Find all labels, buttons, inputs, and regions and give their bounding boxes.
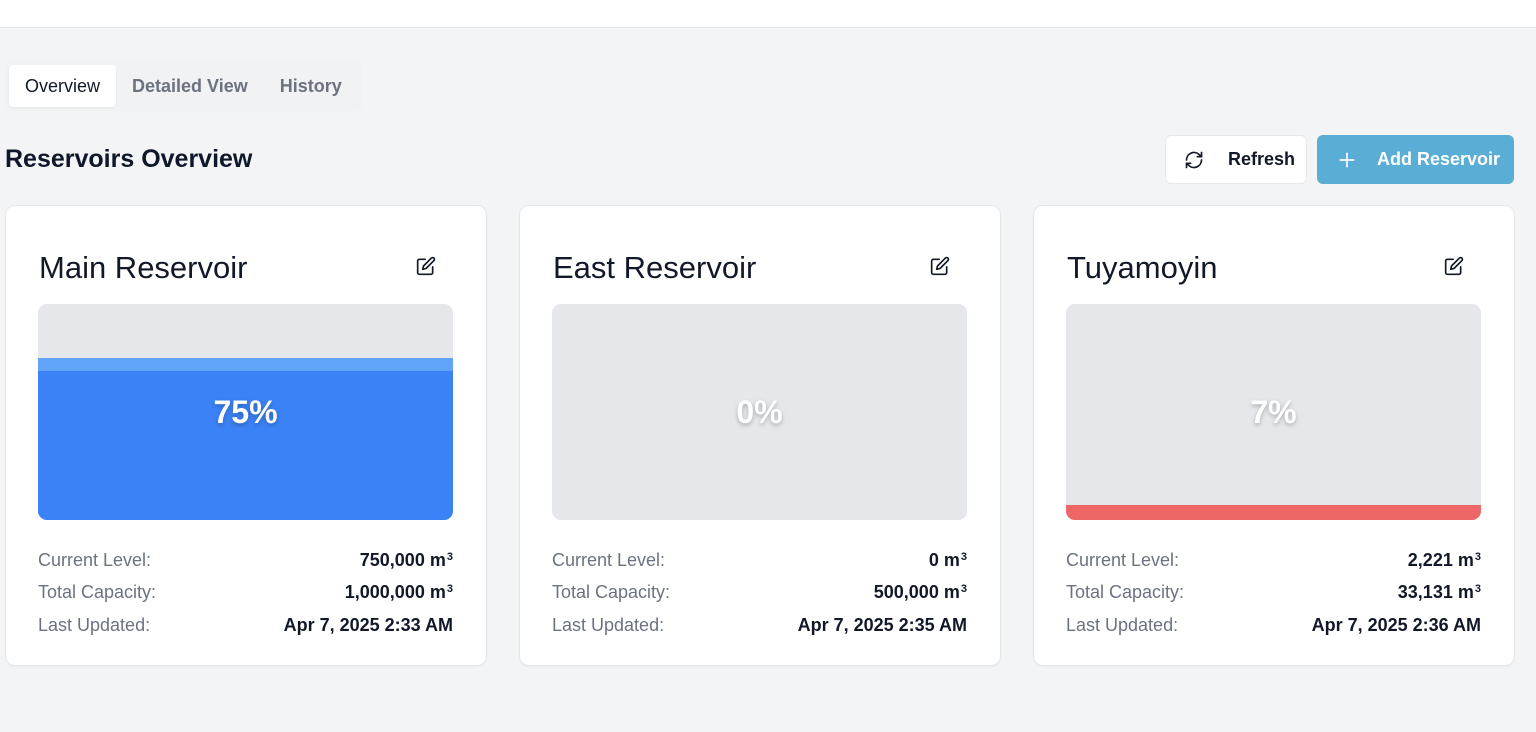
add-reservoir-label: Add Reservoir xyxy=(1377,149,1501,169)
level-percent: 7% xyxy=(1250,393,1297,430)
add-reservoir-button[interactable]: Add Reservoir xyxy=(1317,135,1514,184)
reservoir-name: Tuyamoyin xyxy=(1067,250,1218,285)
level-gauge: 75% xyxy=(38,304,453,520)
level-percent: 0% xyxy=(736,393,783,430)
current-level-label: Current Level: xyxy=(38,549,152,570)
last-updated-value: Apr 7, 2025 2:35 AM xyxy=(797,614,967,635)
reservoir-name: East Reservoir xyxy=(553,250,757,285)
last-updated-value: Apr 7, 2025 2:36 AM xyxy=(1311,614,1481,635)
page-title: Reservoirs Overview xyxy=(5,145,253,173)
last-updated-row: Last Updated: Apr 7, 2025 2:36 AM xyxy=(1066,609,1481,642)
reservoir-stats: Current Level: 2,221 m3 Total Capacity: … xyxy=(1066,544,1481,642)
last-updated-label: Last Updated: xyxy=(1066,614,1179,635)
tab-detailed-view[interactable]: Detailed View xyxy=(116,65,264,107)
reservoir-card: Tuyamoyin 7% Current Level: 2,221 m3 Tot… xyxy=(1033,205,1515,666)
last-updated-label: Last Updated: xyxy=(38,614,151,635)
current-level-row: Current Level: 2,221 m3 xyxy=(1066,544,1481,577)
total-capacity-value: 33,131 m3 xyxy=(1397,582,1481,603)
current-level-row: Current Level: 0 m3 xyxy=(552,544,967,577)
total-capacity-value: 1,000,000 m3 xyxy=(344,582,453,603)
total-capacity-label: Total Capacity: xyxy=(38,582,157,603)
current-level-value: 750,000 m3 xyxy=(359,549,453,570)
level-gauge: 7% xyxy=(1066,304,1481,520)
last-updated-row: Last Updated: Apr 7, 2025 2:35 AM xyxy=(552,609,967,642)
total-capacity-label: Total Capacity: xyxy=(552,582,671,603)
last-updated-row: Last Updated: Apr 7, 2025 2:33 AM xyxy=(38,609,453,642)
level-percent: 75% xyxy=(213,393,278,430)
reservoir-name: Main Reservoir xyxy=(39,250,248,285)
reservoir-card: East Reservoir 0% Current Level: 0 m3 To… xyxy=(519,205,1001,666)
tab-overview[interactable]: Overview xyxy=(9,65,117,107)
current-level-value: 2,221 m3 xyxy=(1407,549,1481,570)
level-gauge: 0% xyxy=(552,304,967,520)
plus-icon xyxy=(1339,152,1355,167)
total-capacity-label: Total Capacity: xyxy=(1066,582,1185,603)
last-updated-label: Last Updated: xyxy=(552,614,665,635)
reservoir-card: Main Reservoir 75% Current Level: 750,00… xyxy=(5,205,487,666)
total-capacity-value: 500,000 m3 xyxy=(873,582,967,603)
refresh-button[interactable]: Refresh xyxy=(1165,135,1307,184)
last-updated-value: Apr 7, 2025 2:33 AM xyxy=(283,614,453,635)
current-level-value: 0 m3 xyxy=(928,549,967,570)
edit-icon[interactable] xyxy=(1444,256,1464,276)
edit-icon[interactable] xyxy=(416,256,436,276)
refresh-label: Refresh xyxy=(1228,149,1296,169)
current-level-label: Current Level: xyxy=(1066,549,1180,570)
edit-icon[interactable] xyxy=(930,256,950,276)
tab-history[interactable]: History xyxy=(264,65,358,107)
top-bar xyxy=(0,0,1536,28)
current-level-row: Current Level: 750,000 m3 xyxy=(38,544,453,577)
current-level-label: Current Level: xyxy=(552,549,666,570)
reservoir-stats: Current Level: 750,000 m3 Total Capacity… xyxy=(38,544,453,642)
refresh-icon xyxy=(1185,151,1203,168)
total-capacity-row: Total Capacity: 500,000 m3 xyxy=(552,577,967,610)
total-capacity-row: Total Capacity: 1,000,000 m3 xyxy=(38,577,453,610)
view-tabs: Overview Detailed View History xyxy=(5,61,362,111)
reservoir-stats: Current Level: 0 m3 Total Capacity: 500,… xyxy=(552,544,967,642)
total-capacity-row: Total Capacity: 33,131 m3 xyxy=(1066,577,1481,610)
